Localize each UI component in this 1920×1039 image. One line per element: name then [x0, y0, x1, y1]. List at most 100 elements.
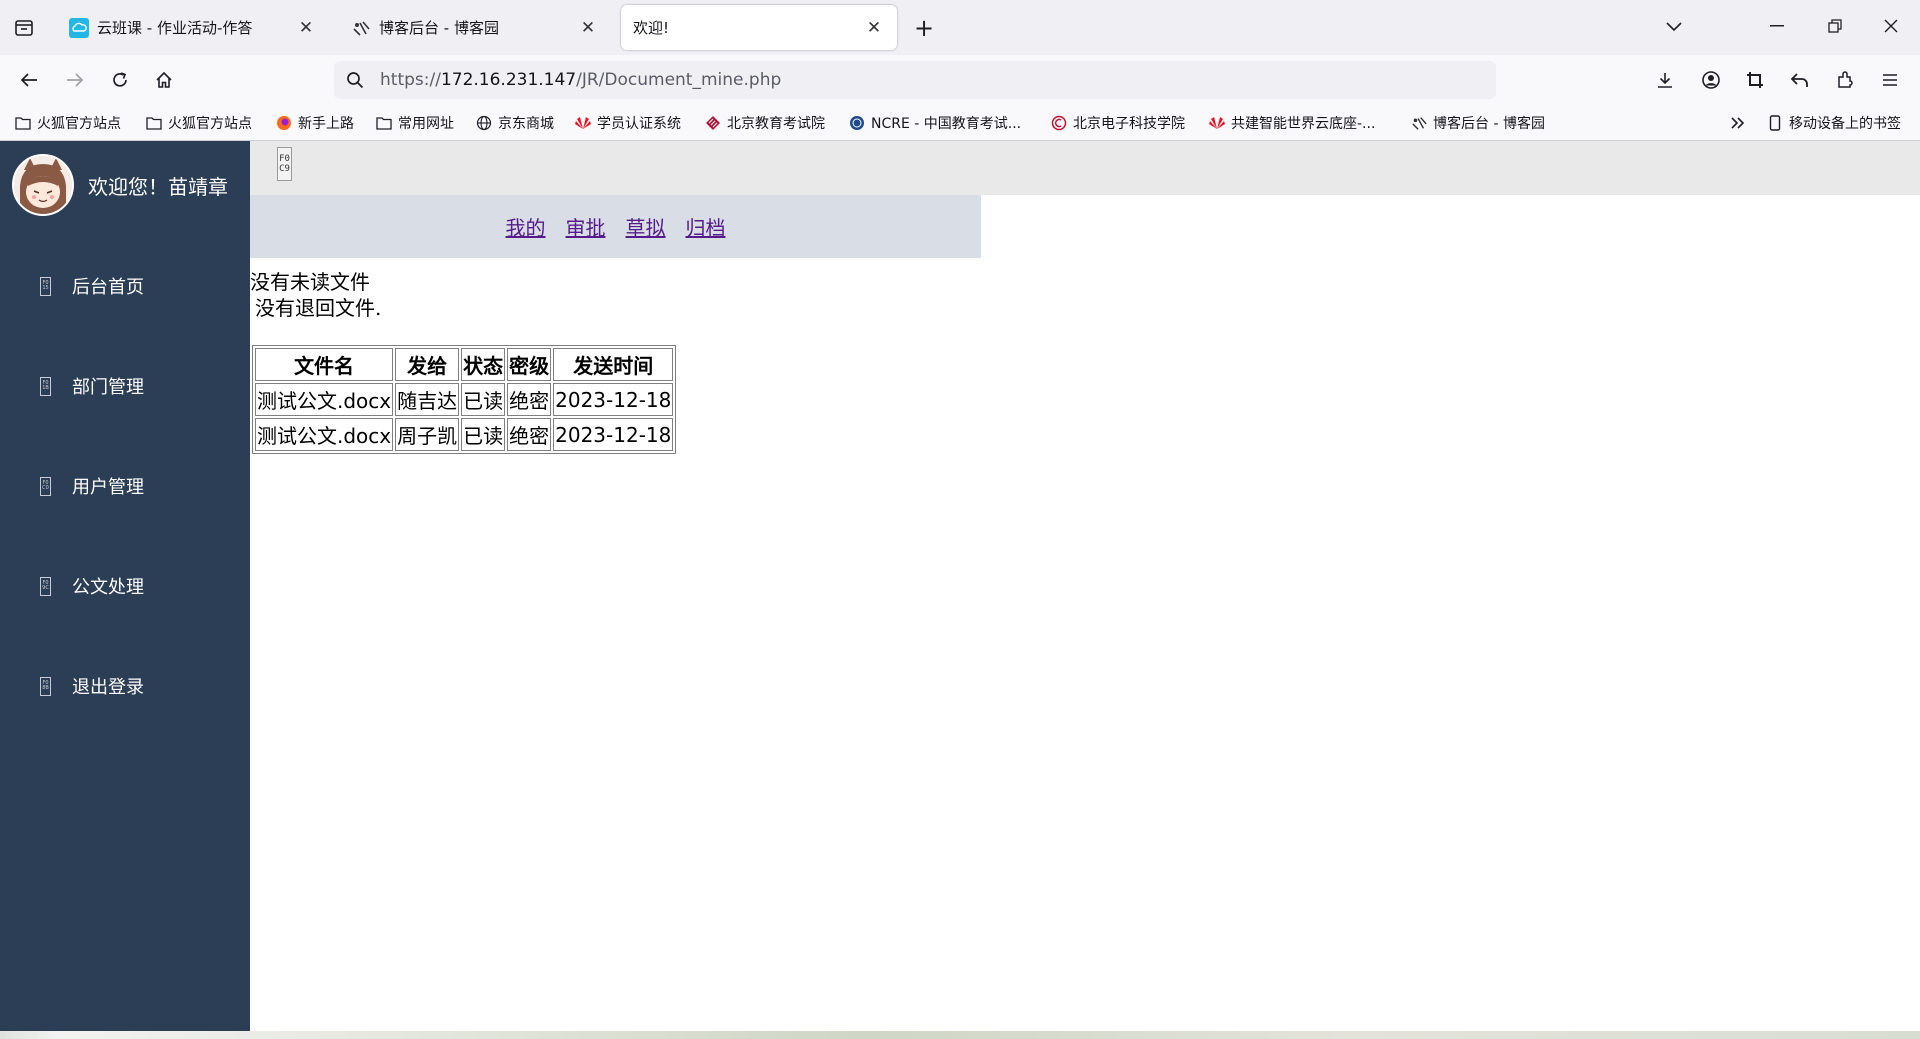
sidebar-item-label: 后台首页 [72, 277, 144, 298]
restore-icon[interactable] [1820, 12, 1850, 40]
sidebar-item-home[interactable]: F0 15 后台首页 [0, 266, 250, 306]
sidebar-item-label: 部门管理 [72, 377, 144, 398]
downloads-icon[interactable] [1650, 66, 1680, 94]
cell-status: 已读 [461, 418, 506, 451]
huawei-icon [574, 114, 592, 132]
welcome-text: 欢迎您！苗靖章 [88, 175, 228, 199]
sidebar-item-documents[interactable]: F0 9C 公文处理 [0, 566, 250, 606]
cell-recipient: 随吉达 [395, 383, 460, 416]
sidebar-item-logout[interactable]: F0 8B 退出登录 [0, 666, 250, 706]
cell-secrecy: 绝密 [507, 383, 552, 416]
besti-icon [1050, 114, 1068, 132]
document-subnav: 我的 审批 草拟 归档 [250, 195, 981, 258]
missing-glyph-icon: F0 9C [40, 576, 51, 596]
table-header-row: 文件名 发给 状态 密级 发送时间 [255, 348, 674, 381]
subnav-link-draft[interactable]: 草拟 [626, 212, 666, 241]
bookmark-item[interactable]: 新手上路 [275, 112, 354, 134]
bookmark-item[interactable]: 学员认证系统 [574, 112, 681, 134]
address-bar[interactable]: https://172.16.231.147/JR/Document_mine.… [334, 61, 1496, 99]
minimize-icon[interactable] [1762, 12, 1792, 40]
navigation-toolbar: https://172.16.231.147/JR/Document_mine.… [0, 55, 1920, 105]
forward-icon[interactable] [60, 66, 90, 94]
sidebar-item-departments[interactable]: F0 1B 部门管理 [0, 366, 250, 406]
cloud-icon [69, 17, 89, 38]
bookmark-item[interactable]: 博客后台 - 博客园 [1410, 112, 1545, 134]
folder-icon [375, 114, 393, 132]
sidebar-item-users[interactable]: F0 C0 用户管理 [0, 466, 250, 506]
search-icon [344, 69, 366, 91]
sidebar: 欢迎您！苗靖章 F0 15 后台首页 F0 1B 部门管理 F0 C0 用户管理… [0, 141, 250, 1031]
bookmark-item[interactable]: 共建智能世界云底座-... [1208, 112, 1375, 134]
bookmark-item[interactable]: 京东商城 [475, 112, 554, 134]
missing-glyph-icon: F0 1B [40, 376, 51, 396]
list-all-tabs-icon[interactable] [1660, 14, 1688, 40]
url-protocol: https:// [380, 70, 441, 90]
menu-icon[interactable] [1875, 66, 1905, 94]
url-host: 172.16.231.147 [440, 70, 577, 90]
close-tab-icon[interactable]: ✕ [295, 17, 317, 39]
content-header [250, 141, 1920, 195]
tab-yunbanke[interactable]: 云班课 - 作业活动-作答 ✕ [57, 5, 329, 50]
close-window-icon[interactable] [1876, 12, 1906, 40]
tab-title: 云班课 - 作业活动-作答 [97, 19, 253, 37]
subnav-link-mine[interactable]: 我的 [506, 212, 546, 241]
extensions-icon[interactable] [1830, 66, 1860, 94]
bookmark-item[interactable]: 火狐官方站点 [14, 112, 121, 134]
avatar [12, 154, 74, 216]
bookmark-item[interactable]: NCRE - 中国教育考试... [848, 112, 1021, 134]
reload-icon[interactable] [105, 66, 135, 94]
subnav-link-archive[interactable]: 归档 [686, 212, 726, 241]
bookmark-item[interactable]: 北京电子科技学院 [1050, 112, 1185, 134]
column-header: 发送时间 [553, 348, 674, 381]
cnblogs-icon [351, 18, 371, 38]
returned-message: 没有退回文件. [255, 296, 382, 320]
document-table: 文件名 发给 状态 密级 发送时间 测试公文.docx 随吉达 已读 绝密 20… [252, 345, 677, 454]
missing-glyph-icon: F0 15 [40, 276, 51, 296]
firefox-icon [275, 114, 293, 132]
sidebar-item-label: 公文处理 [72, 577, 144, 598]
column-header: 文件名 [255, 348, 394, 381]
folder-icon [145, 114, 163, 132]
tab-title: 欢迎! [633, 19, 670, 37]
cell-sent-time: 2023-12-18 [553, 418, 674, 451]
close-tab-icon[interactable]: ✕ [577, 17, 599, 39]
sidebar-item-label: 用户管理 [72, 477, 144, 498]
bookmarks-toolbar: 火狐官方站点 火狐官方站点 新手上路 常用网址 京东商城 学员认证系统 北京教育… [0, 105, 1920, 141]
bjeea-icon [704, 114, 722, 132]
url-path: /JR/Document_mine.php [576, 70, 782, 90]
tab-cnblogs[interactable]: 博客后台 - 博客园 ✕ [339, 5, 611, 50]
close-tab-icon[interactable]: ✕ [863, 17, 885, 39]
more-bookmarks-icon[interactable] [1726, 112, 1750, 134]
tab-overview-icon[interactable] [10, 15, 38, 41]
bookmark-item[interactable]: 常用网址 [375, 112, 454, 134]
cell-filename: 测试公文.docx [255, 418, 394, 451]
account-icon[interactable] [1696, 66, 1726, 94]
cell-secrecy: 绝密 [507, 418, 552, 451]
folder-icon [14, 114, 32, 132]
undo-icon[interactable] [1785, 66, 1815, 94]
tab-welcome[interactable]: 欢迎! ✕ [621, 5, 897, 50]
back-icon[interactable] [14, 66, 44, 94]
new-tab-icon[interactable]: + [910, 14, 938, 42]
table-row: 测试公文.docx 周子凯 已读 绝密 2023-12-18 [255, 418, 674, 451]
cell-status: 已读 [461, 383, 506, 416]
unread-message: 没有未读文件 [250, 270, 370, 294]
cnblogs-icon [1410, 114, 1428, 132]
missing-glyph-icon: F0 C0 [40, 476, 51, 496]
bookmark-item[interactable]: 火狐官方站点 [145, 112, 252, 134]
broken-image-icon: F0 C9 [277, 147, 292, 181]
sidebar-item-label: 退出登录 [72, 677, 144, 698]
cell-filename: 测试公文.docx [255, 383, 394, 416]
cell-sent-time: 2023-12-18 [553, 383, 674, 416]
mobile-bookmarks[interactable]: 移动设备上的书签 [1766, 112, 1901, 134]
tab-title: 博客后台 - 博客园 [379, 19, 499, 37]
screenshot-crop-icon[interactable] [1740, 66, 1770, 94]
bookmark-item[interactable]: 北京教育考试院 [704, 112, 825, 134]
subnav-link-approve[interactable]: 审批 [566, 212, 606, 241]
tab-strip: 云班课 - 作业活动-作答 ✕ 博客后台 - 博客园 ✕ 欢迎! ✕ + [0, 0, 1920, 55]
huawei-icon [1208, 114, 1226, 132]
column-header: 状态 [461, 348, 506, 381]
table-row: 测试公文.docx 随吉达 已读 绝密 2023-12-18 [255, 383, 674, 416]
globe-icon [475, 114, 493, 132]
home-icon[interactable] [149, 66, 179, 94]
